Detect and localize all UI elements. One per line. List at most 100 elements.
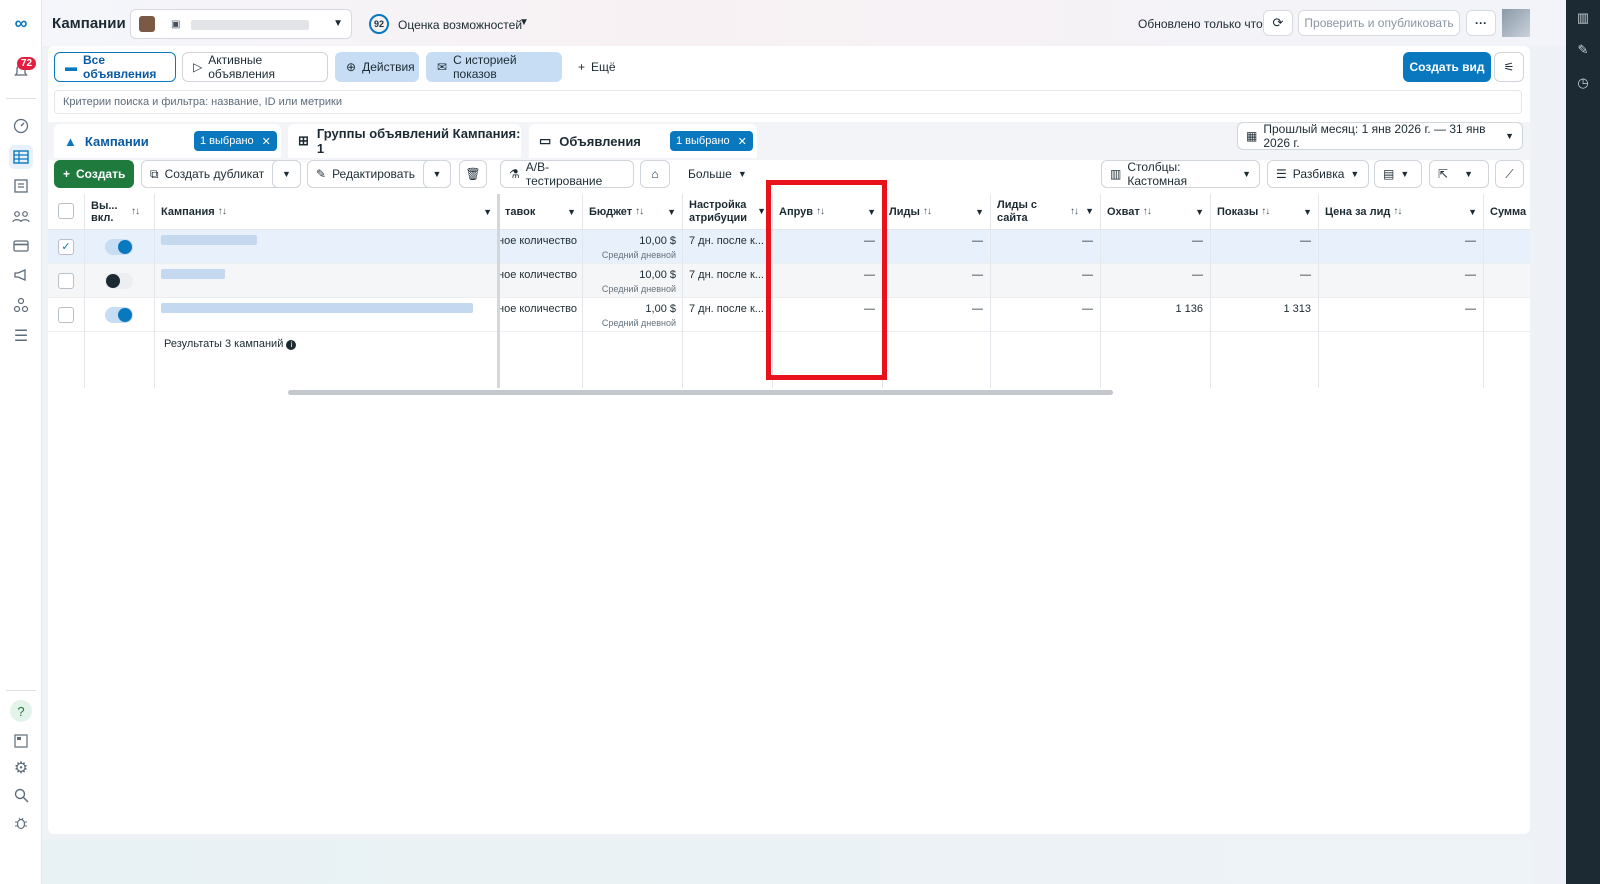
tab-ads[interactable]: ▭ Объявления 1 выбрано ✕: [529, 124, 757, 158]
reports-icon[interactable]: [10, 175, 32, 197]
row-checkbox[interactable]: ✓: [58, 239, 74, 255]
breakdown-icon: ☰: [1276, 167, 1287, 181]
breakdown-button[interactable]: ☰ Разбивка ▼: [1267, 160, 1369, 188]
chevron-down-icon[interactable]: ▼: [757, 205, 766, 218]
chevron-down-icon[interactable]: ▼: [1195, 207, 1204, 217]
budget-cell[interactable]: 10,00 $ Средний дневной: [582, 235, 676, 260]
search-icon[interactable]: [10, 784, 32, 806]
create-view-button[interactable]: Создать вид: [1403, 52, 1491, 82]
header-attribution[interactable]: Настройка атрибуции ▼: [682, 194, 772, 230]
meta-logo-icon[interactable]: ∞: [10, 12, 32, 34]
sort-arrows-icon[interactable]: ↑↓: [923, 206, 932, 217]
header-onoff[interactable]: Вы... вкл. ↑↓: [84, 194, 154, 230]
campaigns-selected-chip[interactable]: 1 выбрано ✕: [194, 131, 277, 151]
review-publish-button[interactable]: Проверить и опубликовать: [1298, 10, 1460, 36]
sort-arrows-icon[interactable]: ↑↓: [1070, 205, 1079, 218]
campaign-toggle[interactable]: [105, 273, 133, 289]
menu-hamburger-icon[interactable]: ☰: [10, 325, 32, 347]
row-checkbox[interactable]: [58, 273, 74, 289]
settings-gear-icon[interactable]: ⚙: [10, 757, 32, 779]
row-checkbox[interactable]: [58, 307, 74, 323]
edit-pencil-icon[interactable]: ✎: [1575, 42, 1591, 58]
tab-campaigns[interactable]: ▲ Кампании 1 выбрано ✕: [54, 124, 281, 158]
more-options-button[interactable]: ···: [1466, 10, 1496, 36]
news-feed-icon[interactable]: [10, 730, 32, 752]
refresh-button[interactable]: ⟳: [1263, 10, 1293, 36]
ad-account-selector[interactable]: ▣ ▼: [130, 9, 352, 39]
sort-arrows-icon[interactable]: ↑↓: [218, 206, 227, 217]
create-button[interactable]: + Создать: [54, 160, 134, 188]
chevron-down-icon[interactable]: ▼: [975, 207, 984, 217]
campaign-toggle[interactable]: [105, 239, 133, 255]
sort-arrows-icon[interactable]: ↑↓: [131, 206, 140, 218]
more-actions-button[interactable]: Больше ▼: [680, 160, 750, 188]
opportunity-score-badge[interactable]: 92: [369, 14, 389, 34]
campaign-name-redacted[interactable]: [161, 235, 257, 245]
megaphone-icon[interactable]: [10, 264, 32, 286]
close-icon[interactable]: ✕: [262, 135, 271, 148]
filter-active-ads-button[interactable]: ▷ Активные объявления: [182, 52, 328, 82]
chevron-down-icon[interactable]: ▼: [483, 207, 492, 217]
opportunity-score-label[interactable]: Оценка возможностей: [398, 18, 522, 32]
more-actions-label: Больше: [688, 167, 732, 181]
sort-arrows-icon[interactable]: ↑↓: [1393, 206, 1402, 217]
date-range-picker[interactable]: ▦ Прошлый месяц: 1 янв 2026 г. — 31 янв …: [1237, 122, 1523, 150]
header-reach[interactable]: Охват ↑↓ ▼: [1100, 194, 1210, 230]
sort-arrows-icon[interactable]: ↑↓: [1143, 206, 1152, 217]
user-avatar[interactable]: [1502, 9, 1530, 37]
ads-manager-table-icon[interactable]: [9, 145, 33, 169]
header-leads[interactable]: Лиды ↑↓ ▼: [882, 194, 990, 230]
delete-button[interactable]: 🗑: [459, 160, 487, 188]
header-site-leads[interactable]: Лиды с сайта ↑↓ ▼: [990, 194, 1100, 230]
charts-button[interactable]: ⟋: [1495, 160, 1524, 188]
header-bid-strategy[interactable]: тавок ▼: [498, 194, 582, 230]
campaign-name-redacted[interactable]: [161, 269, 225, 279]
header-impressions[interactable]: Показы ↑↓ ▼: [1210, 194, 1318, 230]
chevron-down-icon[interactable]: ▼: [1085, 205, 1094, 218]
tab-adsets[interactable]: ⊞ Группы объявлений Кампания: 1: [288, 124, 521, 158]
billing-card-icon[interactable]: [10, 235, 32, 257]
horizontal-scrollbar[interactable]: [288, 390, 1113, 395]
business-tools-icon[interactable]: [10, 294, 32, 316]
campaign-toggle[interactable]: [105, 307, 133, 323]
bug-report-icon[interactable]: [10, 811, 32, 833]
audiences-icon[interactable]: [10, 205, 32, 227]
tag-button[interactable]: ⌂: [640, 160, 670, 188]
export-button[interactable]: ⇱ ▼: [1429, 160, 1489, 188]
chevron-down-icon[interactable]: ▼: [567, 207, 576, 217]
bar-chart-icon[interactable]: ▥: [1575, 10, 1591, 26]
budget-cell[interactable]: 10,00 $ Средний дневной: [582, 269, 676, 294]
columns-button[interactable]: ▥ Столбцы: Кастомная ▼: [1101, 160, 1260, 188]
header-attribution-label: Настройка атрибуции: [689, 198, 748, 224]
select-all-checkbox[interactable]: [58, 203, 74, 219]
attribution-cell: 7 дн. после к...: [689, 269, 764, 281]
ab-test-button[interactable]: ⚗ A/B-тестирование: [500, 160, 634, 188]
chevron-down-icon[interactable]: ▼: [519, 17, 529, 28]
campaign-name-redacted[interactable]: [161, 303, 473, 313]
header-spend[interactable]: Сумма: [1483, 194, 1530, 230]
filter-more-button[interactable]: + Ещё: [568, 52, 648, 82]
search-filter-input[interactable]: Критерии поиска и фильтра: название, ID …: [54, 90, 1522, 114]
filter-all-ads-button[interactable]: ▬ Все объявления: [54, 52, 176, 82]
header-campaign[interactable]: Кампания ↑↓ ▼: [154, 194, 498, 230]
edit-dropdown-button[interactable]: ▼: [423, 160, 451, 188]
help-question-icon[interactable]: ?: [10, 700, 32, 722]
duplicate-dropdown-button[interactable]: ▼: [272, 160, 301, 188]
header-budget[interactable]: Бюджет ↑↓ ▼: [582, 194, 682, 230]
history-clock-icon[interactable]: ◷: [1575, 75, 1591, 91]
dashboard-gauge-icon[interactable]: [10, 115, 32, 137]
sort-arrows-icon[interactable]: ↑↓: [1261, 206, 1270, 217]
filter-actions-button[interactable]: ⊕ Действия: [335, 52, 419, 82]
close-icon[interactable]: ✕: [738, 135, 747, 148]
chevron-down-icon[interactable]: ▼: [667, 207, 676, 217]
header-cost-per-lead[interactable]: Цена за лид ↑↓ ▼: [1318, 194, 1483, 230]
filter-with-history-button[interactable]: ✉ С историей показов: [426, 52, 562, 82]
chevron-down-icon[interactable]: ▼: [1468, 207, 1477, 217]
info-icon[interactable]: i: [286, 340, 297, 350]
budget-cell[interactable]: 1,00 $ Средний дневной: [582, 303, 676, 328]
reports-dropdown-button[interactable]: ▤ ▼: [1374, 160, 1422, 188]
chevron-down-icon[interactable]: ▼: [1303, 207, 1312, 217]
view-settings-button[interactable]: ⚟: [1494, 52, 1524, 82]
ads-selected-chip[interactable]: 1 выбрано ✕: [670, 131, 753, 151]
sort-arrows-icon[interactable]: ↑↓: [635, 206, 644, 217]
